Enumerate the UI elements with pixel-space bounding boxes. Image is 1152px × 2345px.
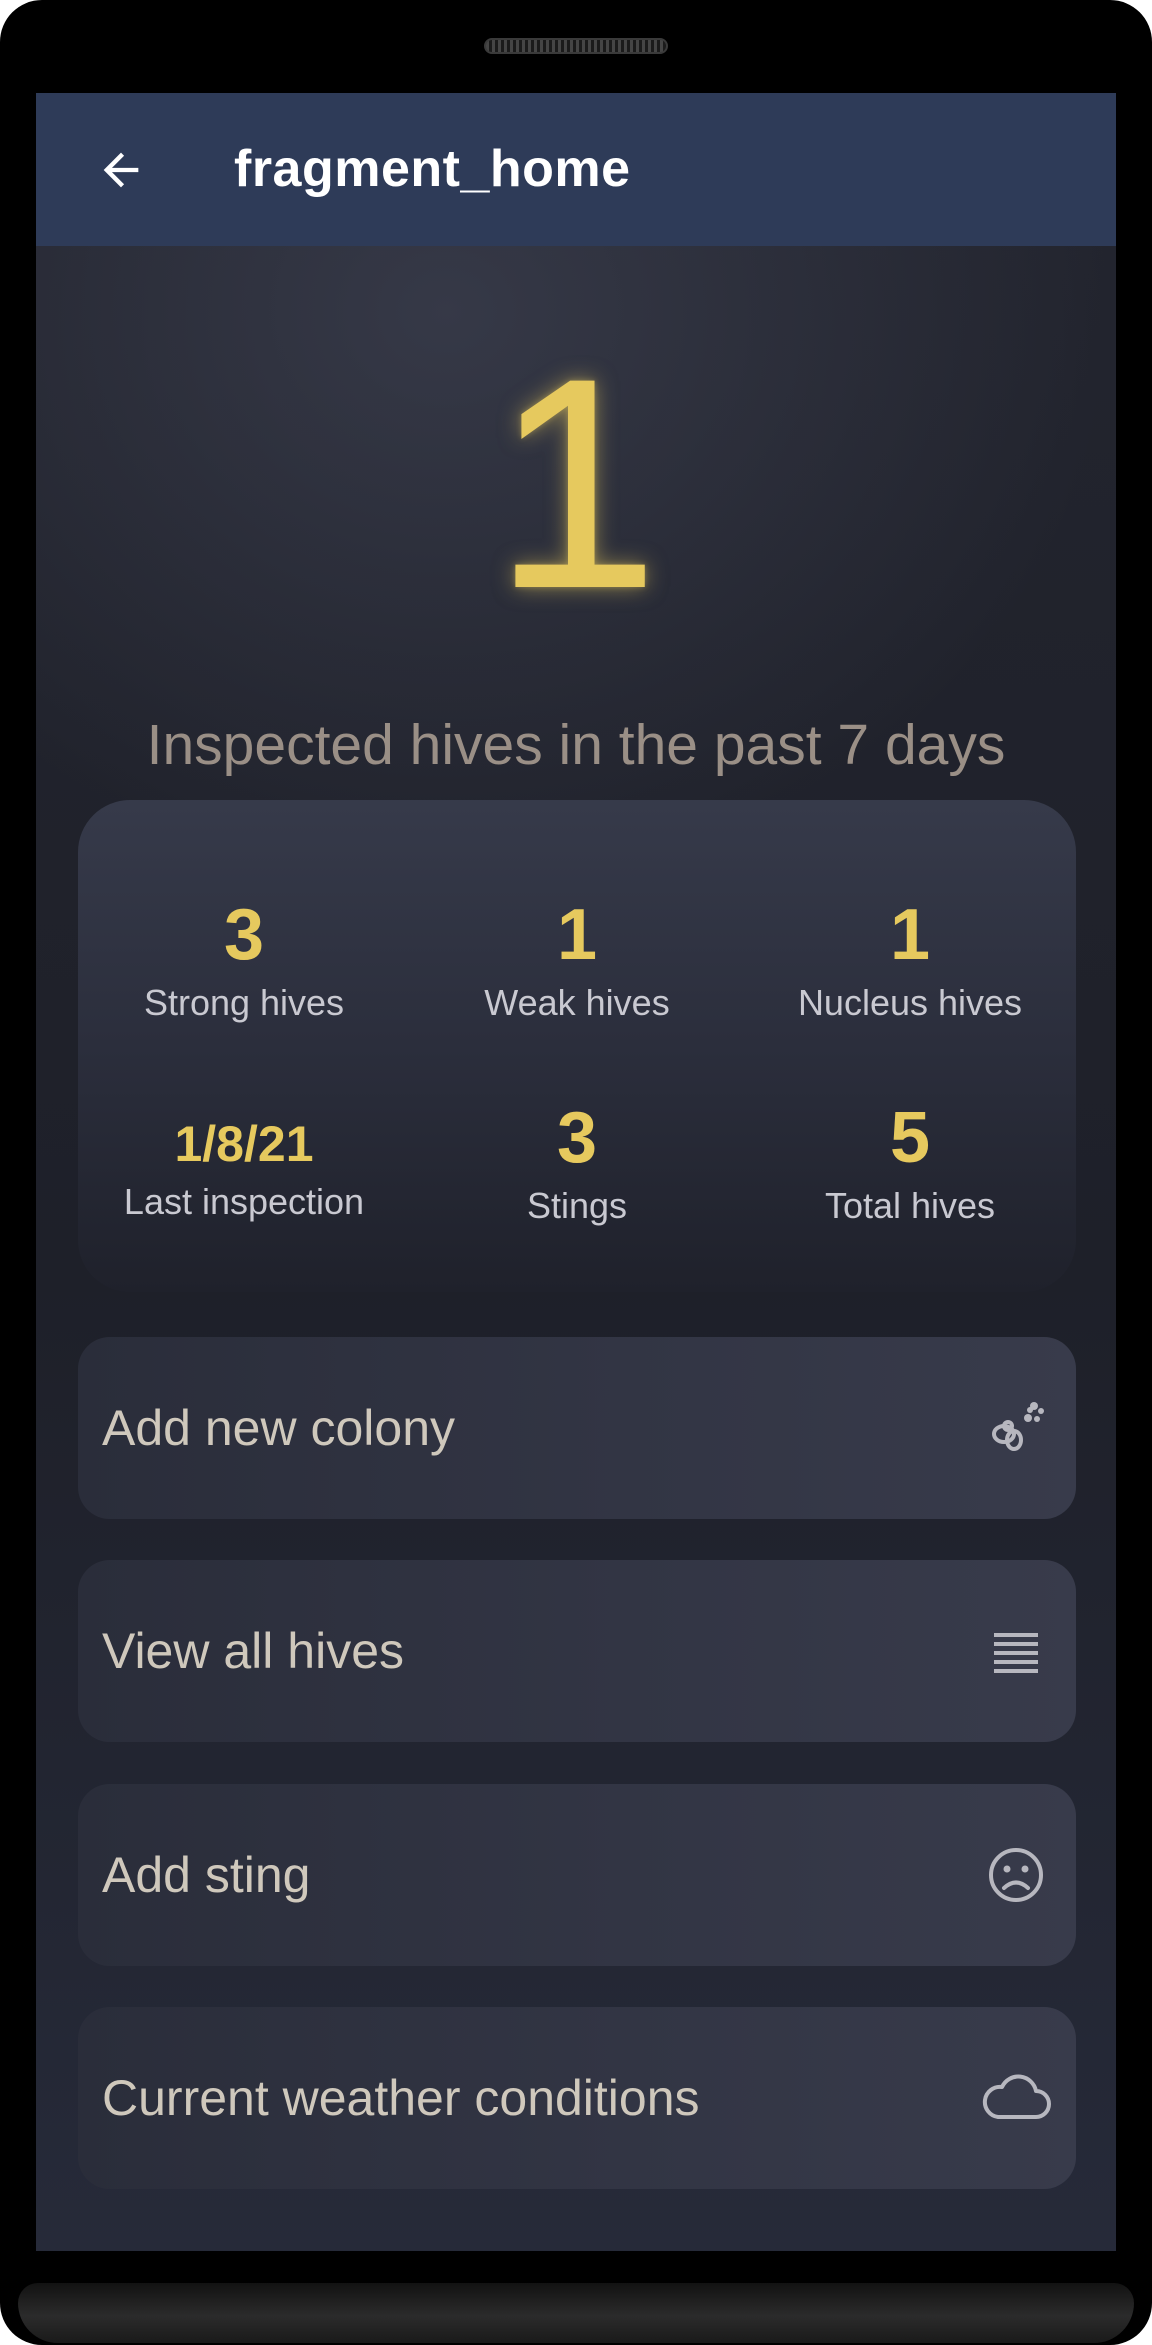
app-bar: fragment_home bbox=[36, 93, 1116, 246]
view-all-hives-button[interactable]: View all hives bbox=[78, 1560, 1076, 1742]
stat-total-hives: 5 Total hives bbox=[744, 1098, 1076, 1230]
stat-label: Total hives bbox=[824, 1185, 996, 1226]
current-weather-button[interactable]: Current weather conditions bbox=[78, 2007, 1076, 2189]
stat-label: Nucleus hives bbox=[797, 982, 1023, 1023]
stat-label: Weak hives bbox=[484, 982, 670, 1023]
add-sting-button[interactable]: Add sting bbox=[78, 1784, 1076, 1966]
sad-face-icon bbox=[976, 1835, 1056, 1915]
stat-label: Last inspection bbox=[123, 1181, 365, 1222]
list-icon bbox=[976, 1611, 1056, 1691]
action-label: Current weather conditions bbox=[102, 2070, 700, 2126]
stat-strong-hives: 3 Strong hives bbox=[78, 895, 410, 1027]
inspected-hives-count: 1 bbox=[492, 315, 660, 651]
stat-value: 1/8/21 bbox=[174, 1116, 314, 1172]
action-label: View all hives bbox=[102, 1623, 405, 1679]
action-label: Add new colony bbox=[102, 1400, 456, 1456]
stat-value: 1 bbox=[889, 895, 931, 975]
stat-weak-hives: 1 Weak hives bbox=[411, 895, 743, 1027]
phone-bottom-bezel bbox=[18, 2283, 1134, 2343]
add-new-colony-button[interactable]: Add new colony bbox=[78, 1337, 1076, 1519]
page-title: fragment_home bbox=[234, 140, 631, 198]
stat-value: 3 bbox=[223, 895, 265, 975]
stat-value: 1 bbox=[556, 895, 598, 975]
action-label: Add sting bbox=[102, 1847, 311, 1903]
phone-frame: fragment_home 1 Inspected hives in the p… bbox=[0, 0, 1152, 2345]
stat-value: 3 bbox=[556, 1098, 598, 1178]
bee-colony-icon bbox=[976, 1388, 1056, 1468]
stat-last-inspection: 1/8/21 Last inspection bbox=[78, 1114, 410, 1226]
cloud-icon bbox=[976, 2058, 1056, 2138]
stat-nucleus-hives: 1 Nucleus hives bbox=[744, 895, 1076, 1027]
stat-stings: 3 Stings bbox=[411, 1098, 743, 1230]
app-screen: fragment_home 1 Inspected hives in the p… bbox=[36, 93, 1116, 2251]
back-button[interactable] bbox=[78, 127, 164, 213]
stat-value: 5 bbox=[889, 1098, 931, 1178]
stats-card: 3 Strong hives 1 Weak hives 1 Nucleus hi… bbox=[78, 800, 1076, 1292]
earpiece-speaker bbox=[484, 38, 668, 54]
inspected-hives-caption: Inspected hives in the past 7 days bbox=[146, 713, 1006, 777]
stat-label: Strong hives bbox=[143, 982, 345, 1023]
stat-label: Stings bbox=[526, 1185, 628, 1226]
arrow-back-icon bbox=[103, 152, 139, 188]
